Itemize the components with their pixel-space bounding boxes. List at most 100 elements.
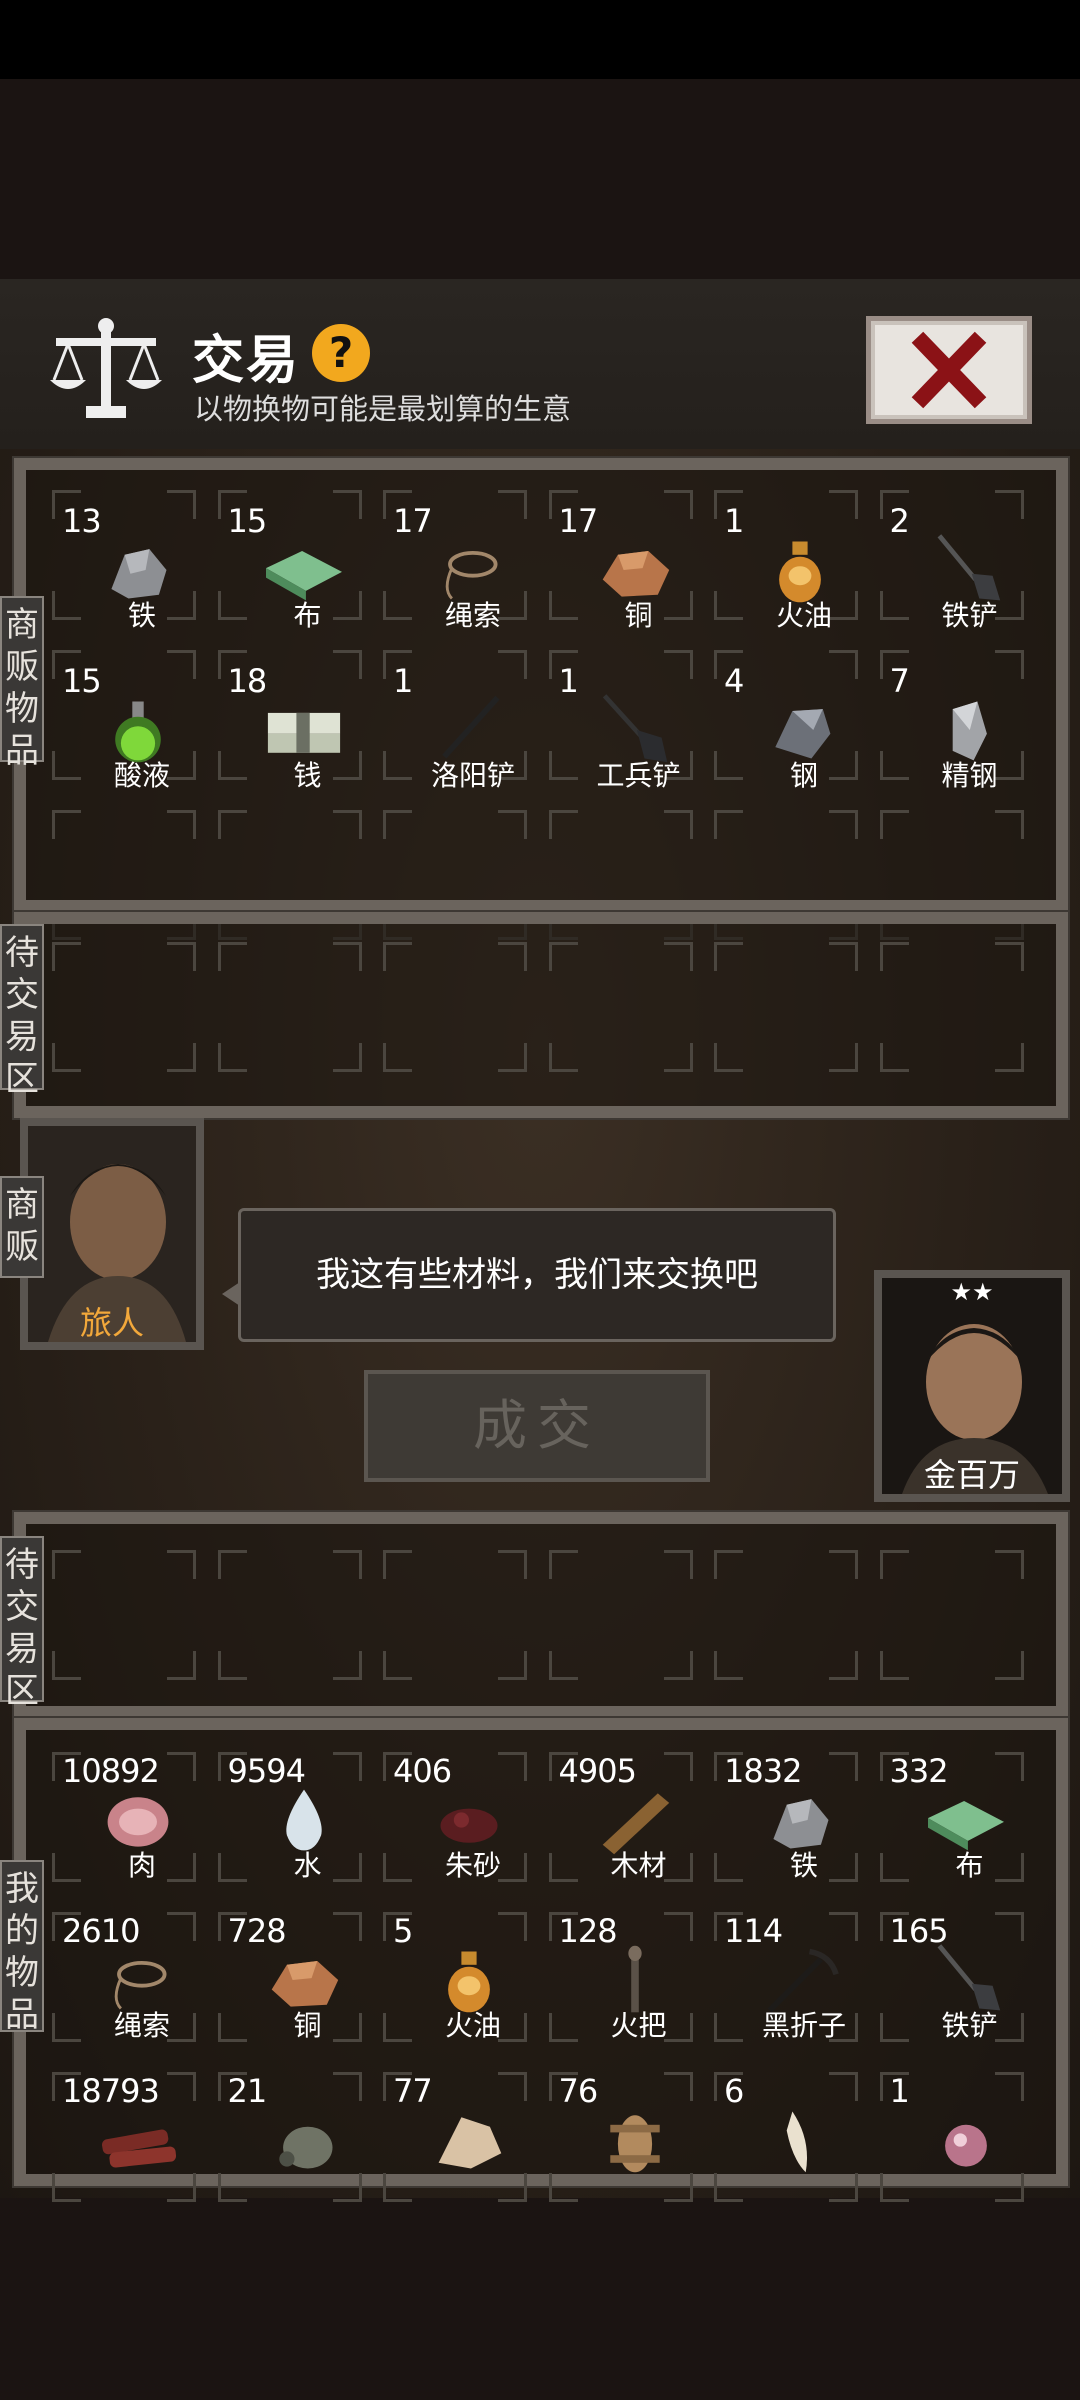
inventory-item[interactable]: 18 钱	[228, 662, 388, 812]
item-quantity: 332	[889, 1752, 949, 1790]
slot-corner	[879, 1550, 909, 1579]
slot-corner	[663, 1043, 693, 1072]
inventory-item[interactable]: 2610 绳索	[62, 1912, 222, 2062]
item-name: 铁	[789, 1849, 818, 1882]
tab-merchant-goods[interactable]: 商贩物品	[0, 596, 44, 771]
inventory-item[interactable]: 6	[724, 2072, 884, 2222]
inventory-item[interactable]: 728 铜	[228, 1912, 388, 2062]
inventory-item[interactable]: 17 铜	[559, 502, 719, 652]
inventory-item[interactable]: 1832 铁	[724, 1752, 884, 1902]
item-name: 肉	[127, 1849, 156, 1882]
item-name: 黑折子	[761, 2009, 846, 2042]
trade-slot[interactable]	[383, 1550, 527, 1680]
inventory-item[interactable]: 165 铁铲	[890, 1912, 1050, 2062]
slot-corner	[52, 1043, 81, 1072]
inventory-item[interactable]: 128 火把	[559, 1912, 719, 2062]
slot-corner	[548, 1651, 578, 1680]
inventory-item[interactable]: 10892 肉	[62, 1752, 222, 1902]
inventory-item[interactable]: 5 火油	[393, 1912, 553, 2062]
slot-corner	[383, 942, 412, 971]
item-quantity: 7	[889, 662, 910, 700]
inventory-item[interactable]: 1 火油	[724, 502, 884, 652]
trade-slot[interactable]	[879, 942, 1024, 1072]
inventory-item[interactable]: 114 黑折子	[724, 1912, 884, 2062]
slot-corner	[879, 1651, 909, 1680]
slot-corner	[663, 1550, 693, 1579]
trade-slot[interactable]	[383, 942, 527, 1072]
inventory-item[interactable]: 21	[228, 2072, 388, 2222]
inventory-item[interactable]: 76	[559, 2072, 719, 2222]
slot-corner	[52, 810, 81, 839]
item-quantity: 13	[62, 502, 102, 540]
item-quantity: 1832	[724, 1752, 802, 1790]
inventory-item[interactable]: 4905 木材	[559, 1752, 719, 1902]
tab-merchant[interactable]: 商贩	[0, 1176, 44, 1278]
inventory-item[interactable]: 13 铁	[62, 502, 222, 652]
close-button[interactable]	[866, 316, 1032, 424]
tab-pending-trade-bottom[interactable]: 待交易区	[0, 1536, 44, 1711]
item-name: 布	[293, 599, 322, 632]
tab-pending-trade-top[interactable]: 待交易区	[0, 924, 44, 1099]
inventory-item[interactable]: 15 酸液	[62, 662, 222, 812]
player-portrait[interactable]: ★★ 金百万	[874, 1270, 1070, 1502]
inventory-item[interactable]: 332 布	[890, 1752, 1050, 1902]
slot-corner	[663, 1651, 693, 1680]
slot-corner	[217, 1550, 247, 1579]
slot-corner	[332, 1043, 362, 1072]
bottom-spacer	[0, 2198, 1080, 2400]
merchant-portrait[interactable]: 旅人	[20, 1118, 204, 1350]
inventory-item[interactable]: 17 绳索	[393, 502, 553, 652]
item-quantity: 406	[393, 1752, 452, 1790]
trade-slot[interactable]	[548, 1550, 693, 1680]
slot-corner	[714, 1043, 743, 1072]
item-name: 绳索	[444, 599, 501, 632]
inventory-item[interactable]: 7 精钢	[890, 662, 1050, 812]
page-title: 交易	[192, 331, 301, 391]
slot-corner	[52, 1651, 81, 1680]
trade-slot[interactable]	[879, 1550, 1024, 1680]
inventory-item[interactable]: 77	[393, 2072, 553, 2222]
slot-corner	[714, 810, 743, 839]
slot-corner	[52, 1550, 81, 1579]
trade-slot[interactable]	[714, 1550, 858, 1680]
inventory-item[interactable]: 18793	[62, 2072, 222, 2222]
trade-slot[interactable]	[217, 942, 362, 1072]
item-name: 钢	[789, 759, 818, 792]
slot-corner	[714, 942, 743, 971]
item-quantity: 17	[558, 502, 599, 540]
inventory-item[interactable]: 1 工兵铲	[559, 662, 719, 812]
trade-slot[interactable]	[714, 942, 858, 1072]
inventory-item[interactable]: 9594 水	[228, 1752, 388, 1902]
trade-slot[interactable]	[52, 1550, 196, 1680]
item-quantity: 165	[889, 1912, 949, 1950]
inventory-item[interactable]: 4钢	[724, 662, 884, 812]
item-quantity: 77	[393, 2072, 433, 2110]
deal-button[interactable]: 成交	[364, 1370, 710, 1482]
slot-corner	[498, 1550, 527, 1579]
item-quantity: 1	[889, 2072, 910, 2110]
item-quantity: 10892	[62, 1752, 160, 1790]
trade-slot[interactable]	[52, 942, 196, 1072]
fang-icon	[752, 2102, 848, 2178]
trade-slot[interactable]	[217, 1550, 362, 1680]
item-name: 钱	[293, 759, 322, 792]
slot-corner	[217, 1043, 247, 1072]
item-quantity: 2610	[62, 1912, 140, 1950]
trade-slot[interactable]	[548, 942, 693, 1072]
slot-corner	[332, 942, 362, 971]
slot-corner	[994, 810, 1024, 839]
inventory-item[interactable]: 406 朱砂	[393, 1752, 553, 1902]
slot-corner	[548, 942, 578, 971]
item-name: 布	[955, 1849, 984, 1882]
slot-corner	[167, 1651, 196, 1680]
tab-my-goods[interactable]: 我的物品	[0, 1860, 44, 2035]
inventory-item[interactable]: 2 铁铲	[890, 502, 1050, 652]
help-button[interactable]: ?	[312, 324, 370, 382]
item-name: 工兵铲	[596, 759, 681, 792]
inventory-item[interactable]: 1 洛阳铲	[393, 662, 553, 812]
inventory-item[interactable]: 15 布	[228, 502, 388, 652]
slot-corner	[167, 1043, 196, 1072]
slot-corner	[383, 1651, 412, 1680]
inventory-item[interactable]: 1	[890, 2072, 1050, 2222]
slot-corner	[879, 942, 909, 971]
